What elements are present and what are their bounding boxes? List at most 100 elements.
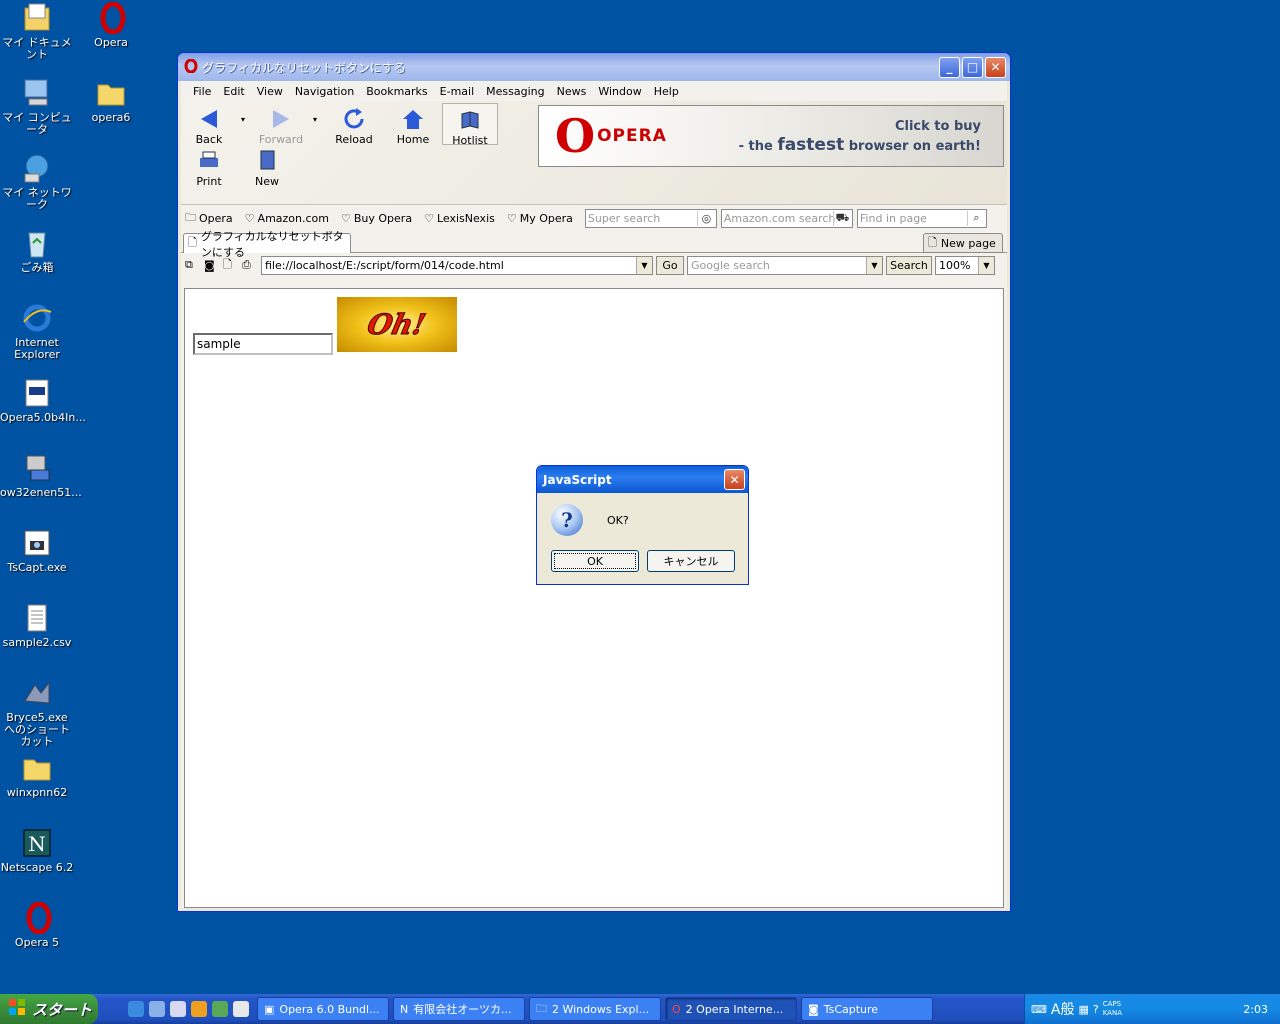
- new-button[interactable]: New: [239, 149, 295, 188]
- desktop-icon-recycle-bin[interactable]: ごみ箱: [0, 227, 74, 274]
- window-icon[interactable]: ⧉: [185, 258, 201, 272]
- ok-button[interactable]: OK: [551, 550, 639, 572]
- url-value: file://localhost/E:/script/form/014/code…: [265, 258, 504, 272]
- reload-button[interactable]: Reload: [326, 107, 382, 146]
- ime-pad-icon[interactable]: ▦: [1078, 1003, 1088, 1016]
- dialog-close-button[interactable]: ✕: [724, 469, 745, 490]
- maximize-button[interactable]: □: [962, 56, 983, 78]
- forward-dropdown-icon[interactable]: ▾: [313, 115, 317, 124]
- menu-bookmarks[interactable]: Bookmarks: [360, 85, 433, 98]
- menu-navigation[interactable]: Navigation: [289, 85, 360, 98]
- minimize-button[interactable]: _: [939, 56, 960, 78]
- desktop-icon-winxpnn62[interactable]: winxpnn62: [0, 752, 74, 799]
- camera-icon[interactable]: ◙: [204, 259, 220, 272]
- task-label: 2 Windows Expl...: [552, 1002, 650, 1016]
- desktop-icon-bryce-shortcut[interactable]: Bryce5.exe へのショートカット: [0, 677, 74, 748]
- menu-help[interactable]: Help: [648, 85, 685, 98]
- desktop-icon-sample2-csv[interactable]: sample2.csv: [0, 602, 74, 649]
- new-page-button[interactable]: 🗋 New page: [923, 233, 1003, 253]
- desktop-icon-netscape[interactable]: N Netscape 6.2: [0, 827, 74, 874]
- menu-news[interactable]: News: [551, 85, 593, 98]
- menu-email[interactable]: E-mail: [434, 85, 481, 98]
- find-in-page-input[interactable]: Find in page ⌕: [856, 208, 987, 228]
- print-icon[interactable]: ⎙: [242, 258, 258, 272]
- keyboard-icon[interactable]: ⌨: [1031, 1003, 1047, 1016]
- home-button[interactable]: Home: [385, 107, 441, 146]
- desktop-icon-opera5[interactable]: Opera 5: [0, 901, 74, 949]
- page-tab[interactable]: 🗋 グラフィカルなリセットボタンにする: [183, 230, 351, 259]
- question-icon: ?: [551, 504, 583, 536]
- personal-item-amazon[interactable]: ♡ Amazon.com: [245, 212, 329, 225]
- forward-button[interactable]: Forward: [253, 107, 309, 146]
- hotlist-button[interactable]: Hotlist: [442, 103, 498, 147]
- forward-arrow-icon: [269, 107, 293, 131]
- outlook-quicklaunch-icon[interactable]: [170, 1001, 186, 1017]
- google-search-input[interactable]: Google search ▼: [687, 255, 883, 275]
- menu-view[interactable]: View: [251, 85, 289, 98]
- personal-item-buy-opera[interactable]: ♡ Buy Opera: [341, 212, 412, 225]
- menu-file[interactable]: File: [187, 85, 217, 98]
- close-button[interactable]: ✕: [985, 56, 1006, 78]
- main-toolbar: Back ▾ Forward ▾ Reload Home Hotlist Pri…: [181, 101, 1007, 205]
- graphical-reset-button[interactable]: Oh!: [337, 297, 457, 352]
- desktop-icon-opera[interactable]: Opera: [74, 1, 148, 49]
- desktop-icon-tscapt[interactable]: TsCapt.exe: [0, 527, 74, 574]
- ie-quicklaunch-icon[interactable]: [128, 1001, 144, 1017]
- app-quicklaunch-icon[interactable]: [233, 1001, 249, 1017]
- url-dropdown-icon[interactable]: ▼: [636, 256, 652, 274]
- personal-item-opera[interactable]: 🗀 Opera: [185, 209, 233, 228]
- installer-icon: [21, 377, 53, 409]
- task-opera-internet[interactable]: O 2 Opera Interne...: [665, 997, 797, 1021]
- menu-messaging[interactable]: Messaging: [480, 85, 550, 98]
- personal-item-lexisnexis[interactable]: ♡ LexisNexis: [424, 212, 495, 225]
- javascript-dialog: JavaScript ✕ ? OK? OK キャンセル: [536, 465, 749, 585]
- messenger-quicklaunch-icon[interactable]: [212, 1001, 228, 1017]
- heart-icon: ♡: [244, 211, 255, 225]
- document-folder-icon: [21, 2, 53, 34]
- super-search-input[interactable]: Super search ◎: [584, 208, 717, 228]
- search-button[interactable]: Search: [886, 255, 932, 275]
- task-tscapture[interactable]: ◙ TsCapture: [801, 997, 933, 1021]
- system-tray: ⌨ A般 ▦ ? CAPS KANA 2:03: [1024, 994, 1280, 1024]
- back-dropdown-icon[interactable]: ▾: [241, 115, 245, 124]
- amazon-search-input[interactable]: Amazon.com search ⛟: [720, 208, 853, 228]
- desktop-icon-internet-explorer[interactable]: Internet Explorer: [0, 302, 74, 361]
- magnifier-icon[interactable]: ⌕: [966, 210, 985, 226]
- search-dropdown-icon[interactable]: ▼: [866, 256, 882, 274]
- zoom-dropdown-icon[interactable]: ▼: [978, 256, 994, 274]
- search-engine-icon[interactable]: ◎: [696, 210, 715, 226]
- desktop-icon-ow32enen[interactable]: ow32enen51...: [0, 452, 82, 499]
- desktop-quicklaunch-icon[interactable]: [149, 1001, 165, 1017]
- opera-ad-banner[interactable]: O OPERA Click to buy - the fastest brows…: [538, 105, 1004, 167]
- task-windows-explorer[interactable]: 🗀 2 Windows Expl...: [529, 997, 661, 1021]
- banner-line1: Click to buy: [894, 118, 981, 134]
- menu-edit[interactable]: Edit: [217, 85, 250, 98]
- desktop-icon-my-network[interactable]: マイ ネットワーク: [0, 152, 74, 211]
- personal-item-my-opera[interactable]: ♡ My Opera: [507, 212, 573, 225]
- desktop-icon-my-computer[interactable]: マイ コンピュータ: [0, 77, 74, 136]
- window-titlebar[interactable]: グラフィカルなリセットボタンにする _ □ ✕: [178, 53, 1010, 81]
- task-otsuka[interactable]: N 有限会社オーツカ...: [393, 997, 525, 1021]
- clock[interactable]: 2:03: [1243, 1003, 1268, 1016]
- url-input[interactable]: file://localhost/E:/script/form/014/code…: [261, 255, 653, 275]
- desktop-icon-my-documents[interactable]: マイ ドキュメント: [0, 2, 74, 61]
- go-button[interactable]: Go: [656, 255, 684, 275]
- cart-icon[interactable]: ⛟: [832, 210, 851, 226]
- menu-window[interactable]: Window: [592, 85, 647, 98]
- desktop-icon-opera6-folder[interactable]: opera6: [74, 77, 148, 124]
- cancel-button[interactable]: キャンセル: [647, 550, 735, 572]
- back-button[interactable]: Back: [181, 107, 237, 146]
- desktop-icon-label: ow32enen51...: [0, 486, 82, 499]
- media-player-quicklaunch-icon[interactable]: [191, 1001, 207, 1017]
- start-button[interactable]: スタート: [0, 994, 98, 1024]
- zoom-select[interactable]: 100% ▼: [935, 255, 995, 275]
- svg-text:N: N: [28, 832, 46, 856]
- help-icon[interactable]: ?: [1093, 1003, 1099, 1016]
- desktop-icon-opera-installer[interactable]: Opera5.0b4In...: [0, 377, 86, 424]
- print-button[interactable]: Print: [181, 149, 237, 188]
- recycle-bin-icon: [21, 227, 53, 259]
- ime-mode[interactable]: A般: [1051, 999, 1075, 1019]
- sample-text-input[interactable]: sample: [193, 333, 333, 355]
- taskbar: スタート ▣ Opera 6.0 Bundl... N 有限会社オーツカ... 🗀 2…: [0, 994, 1280, 1024]
- task-opera-bundle[interactable]: ▣ Opera 6.0 Bundl...: [257, 997, 389, 1021]
